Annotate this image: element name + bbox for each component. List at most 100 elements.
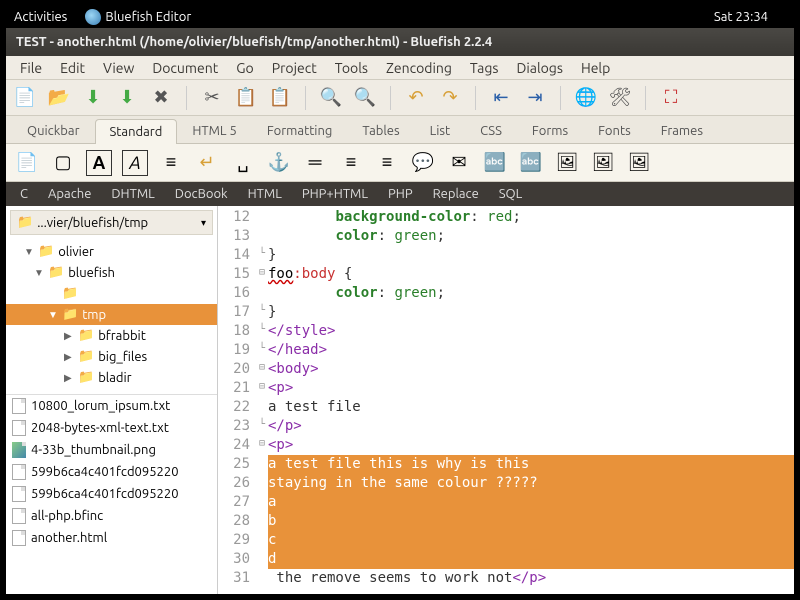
fold-marker[interactable] [256,510,268,529]
code-content[interactable]: background-color: red; color: green;}foo… [268,206,794,594]
code-line[interactable]: color: green; [268,284,794,303]
fold-marker[interactable] [256,396,268,415]
code-line[interactable]: <p> [268,379,794,398]
file-item[interactable]: all-php.bfinc [6,505,217,527]
tab-html-5[interactable]: HTML 5 [177,118,252,143]
menu-go[interactable]: Go [228,58,261,78]
comment-icon[interactable]: 💬 [410,150,436,176]
tab-list[interactable]: List [415,118,466,143]
code-line[interactable]: } [268,303,794,322]
code-line[interactable]: b [268,512,794,531]
tree-item[interactable]: ▼📁bluefish [6,262,217,283]
fold-marker[interactable]: └ [256,320,268,339]
file-item[interactable]: 2048-bytes-xml-text.txt [6,417,217,439]
lang-docbook[interactable]: DocBook [167,185,236,203]
email-icon[interactable]: ✉ [446,150,472,176]
tab-css[interactable]: CSS [465,118,517,143]
rule-icon[interactable]: ═ [302,150,328,176]
nbsp-icon[interactable]: ␣ [230,150,256,176]
activities-button[interactable]: Activities [14,10,67,24]
menu-document[interactable]: Document [144,58,226,78]
undo-icon[interactable]: ↶ [403,85,429,111]
italic-icon[interactable]: A [122,150,148,176]
fold-marker[interactable]: ⊟ [256,434,268,453]
tab-tables[interactable]: Tables [347,118,414,143]
menu-view[interactable]: View [95,58,142,78]
image-icon[interactable]: 🖼 [554,150,580,176]
menu-tools[interactable]: Tools [327,58,376,78]
code-line[interactable]: a test file this is why is this [268,455,794,474]
code-line[interactable]: </head> [268,341,794,360]
lang-replace[interactable]: Replace [425,185,487,203]
unindent-icon[interactable]: ⇤ [488,85,514,111]
code-line[interactable]: a [268,493,794,512]
fold-marker[interactable]: └ [256,244,268,263]
file-item[interactable]: 599b6ca4c401fcd095220 [6,483,217,505]
code-line[interactable]: </style> [268,322,794,341]
tab-forms[interactable]: Forms [517,118,583,143]
code-line[interactable]: d [268,550,794,569]
fold-marker[interactable] [256,453,268,472]
menu-dialogs[interactable]: Dialogs [508,58,570,78]
lang-html[interactable]: HTML [240,185,290,203]
clock[interactable]: Sat 23:34 [714,10,768,24]
code-line[interactable]: foo:body { [268,265,794,284]
multithumbnail-icon[interactable]: 🖼 [626,150,652,176]
app-indicator[interactable]: Bluefish Editor [85,9,191,25]
code-editor[interactable]: 1213141516171819202122232425262728293031… [218,206,794,594]
paragraph-icon[interactable]: ≡ [158,150,184,176]
code-line[interactable]: the remove seems to work not</p> [268,569,794,588]
body-icon[interactable]: ▢ [50,150,76,176]
paste-icon[interactable]: 📋 [267,85,293,111]
tab-formatting[interactable]: Formatting [252,118,348,143]
browser-preview-icon[interactable]: 🌐 [573,85,599,111]
lang-sql[interactable]: SQL [491,185,531,203]
fold-marker[interactable]: └ [256,415,268,434]
redo-icon[interactable]: ↷ [437,85,463,111]
code-line[interactable]: c [268,531,794,550]
lang-php-html[interactable]: PHP+HTML [294,185,376,203]
tree-item[interactable]: ▼📁tmp [6,304,217,325]
rightalign-icon[interactable]: ≡ [374,150,400,176]
menu-edit[interactable]: Edit [52,58,93,78]
code-line[interactable]: color: green; [268,227,794,246]
open-file-icon[interactable]: 📂 [46,85,72,111]
fullscreen-icon[interactable]: ⛶ [658,85,684,111]
fold-marker[interactable] [256,282,268,301]
anchor-icon[interactable]: ⚓ [266,150,292,176]
code-line[interactable]: a test file [268,398,794,417]
menu-project[interactable]: Project [264,58,325,78]
quickstart-icon[interactable]: 📄 [14,150,40,176]
font-icon[interactable]: 🔤 [482,150,508,176]
tab-fonts[interactable]: Fonts [583,118,646,143]
save-as-icon[interactable]: ⬇ [114,85,140,111]
lang-dhtml[interactable]: DHTML [103,185,162,203]
fold-marker[interactable] [256,472,268,491]
thumbnail-icon[interactable]: 🖼 [590,150,616,176]
menu-help[interactable]: Help [573,58,618,78]
code-line[interactable]: } [268,246,794,265]
code-line[interactable]: background-color: red; [268,208,794,227]
code-line[interactable]: <p> [268,436,794,455]
fold-marker[interactable]: ⊟ [256,263,268,282]
tree-item[interactable]: 📁 [6,283,217,304]
tree-item[interactable]: ▶📁bfrabbit [6,325,217,346]
lang-c[interactable]: C [12,185,36,203]
fold-marker[interactable] [256,206,268,225]
cut-icon[interactable]: ✂ [199,85,225,111]
search-replace-icon[interactable]: 🔍 [352,85,378,111]
tree-item[interactable]: ▶📁big_files [6,346,217,367]
file-item[interactable]: 4-33b_thumbnail.png [6,439,217,461]
lang-apache[interactable]: Apache [40,185,99,203]
tab-frames[interactable]: Frames [646,118,718,143]
code-line[interactable]: </p> [268,417,794,436]
tree-item[interactable]: ▶📁bladir [6,367,217,388]
code-line[interactable]: staying in the same colour ????? [268,474,794,493]
break-icon[interactable]: ↵ [194,150,220,176]
menu-tags[interactable]: Tags [462,58,507,78]
save-icon[interactable]: ⬇ [80,85,106,111]
tree-item[interactable]: ▼📁olivier [6,241,217,262]
file-item[interactable]: 599b6ca4c401fcd095220 [6,461,217,483]
fold-marker[interactable] [256,567,268,586]
lang-php[interactable]: PHP [380,185,421,203]
